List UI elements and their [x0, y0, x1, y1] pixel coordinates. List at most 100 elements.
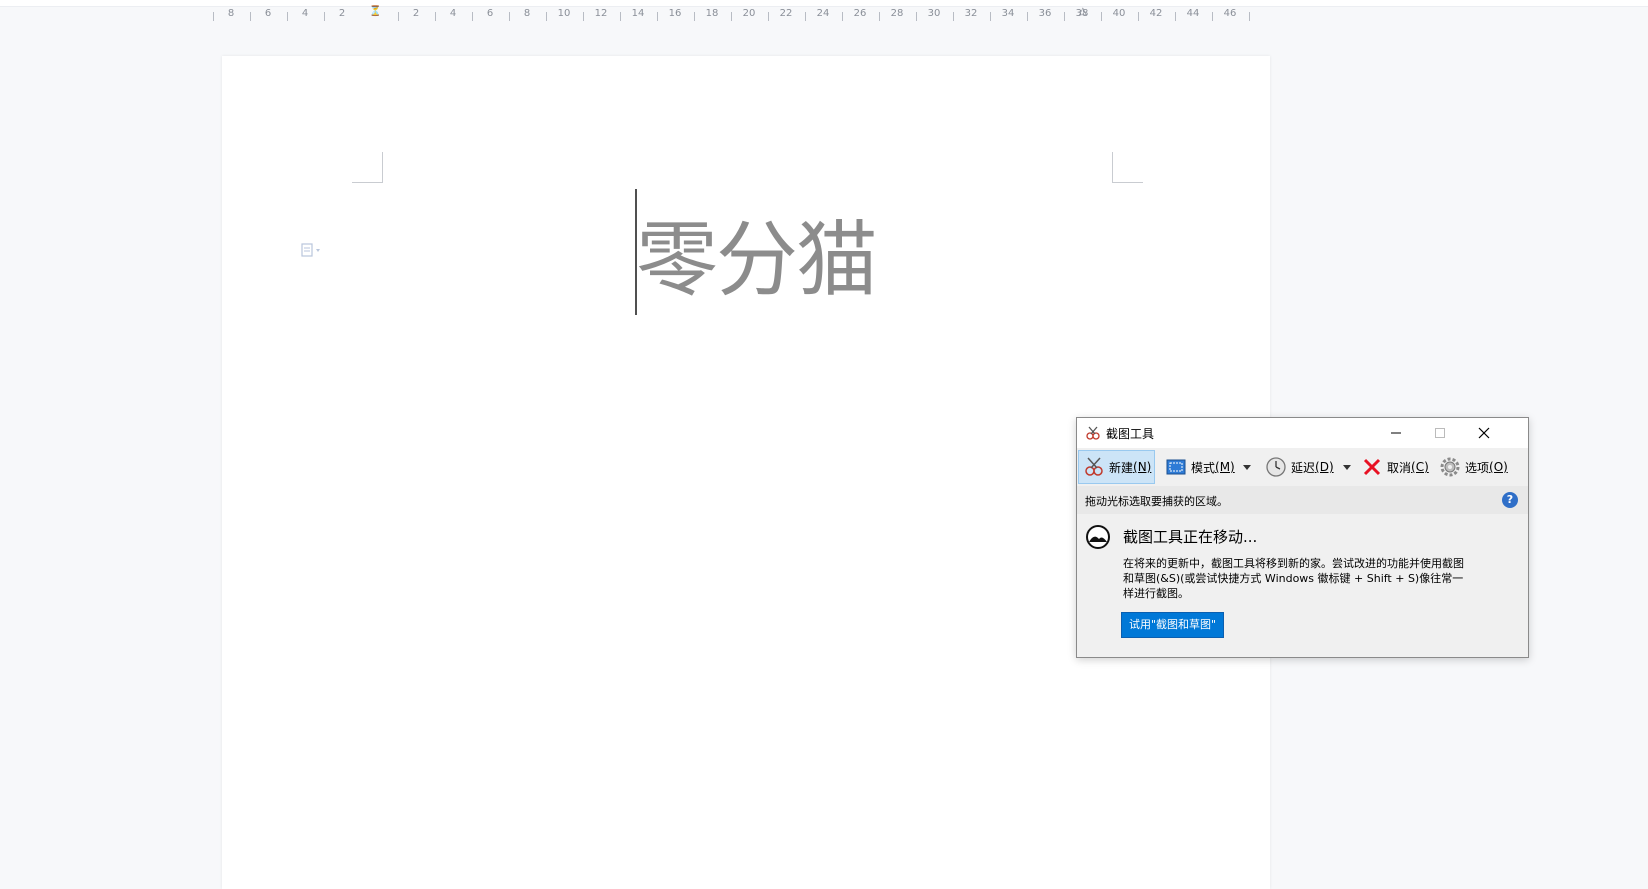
- ruler-number: 30: [927, 8, 941, 19]
- close-icon: [1478, 427, 1490, 439]
- toolbar: 新建 (N) 模式 (M) 延迟 (D) 取消 (C) 选项 (O): [1077, 448, 1528, 486]
- promo-heading: 截图工具正在移动...: [1123, 528, 1258, 546]
- ruler-tick: [1063, 12, 1065, 21]
- rectangle-snip-icon: [1166, 459, 1186, 475]
- ruler-tick: [952, 12, 954, 21]
- options-shortcut: (O): [1489, 460, 1508, 474]
- cancel-shortcut: (C): [1411, 460, 1429, 474]
- window-title: 截图工具: [1106, 427, 1155, 441]
- new-label: 新建: [1109, 460, 1134, 475]
- snipping-tool-window[interactable]: 截图工具 新建 (N) 模式 (M) 延迟 (D) 取消 (C) 选项 (O) …: [1076, 417, 1529, 658]
- ruler-number: 4: [449, 8, 457, 19]
- maximize-button[interactable]: [1418, 418, 1462, 448]
- minimize-button[interactable]: [1374, 418, 1418, 448]
- ruler-number: 8: [227, 8, 235, 19]
- red-x-icon: [1363, 458, 1381, 476]
- ruler-number: 20: [742, 8, 756, 19]
- ruler-tick: [249, 12, 251, 21]
- ruler-number: 36: [1038, 8, 1052, 19]
- mode-button[interactable]: 模式 (M): [1161, 450, 1235, 484]
- ruler-tick: [323, 12, 325, 21]
- ruler-number: 34: [1001, 8, 1015, 19]
- ruler-tick: [471, 12, 473, 21]
- scissors-icon: [1085, 457, 1103, 476]
- status-text: 拖动光标选取要捕获的区域。: [1085, 495, 1228, 508]
- ruler-number: 8: [523, 8, 531, 19]
- ruler-tick: [212, 12, 214, 21]
- document-text[interactable]: 零分猫: [636, 206, 878, 316]
- ruler-number: 2: [412, 8, 420, 19]
- ruler-number: 28: [890, 8, 904, 19]
- ruler-tick: [286, 12, 288, 21]
- ruler-tick: [730, 12, 732, 21]
- cancel-button[interactable]: 取消 (C): [1357, 450, 1429, 484]
- ruler-number: 40: [1112, 8, 1126, 19]
- clock-icon: [1266, 457, 1286, 477]
- ruler-tick: [878, 12, 880, 21]
- ruler-number: 6: [486, 8, 494, 19]
- paragraph-layout-icon[interactable]: [298, 243, 328, 257]
- ruler-tick: [693, 12, 695, 21]
- ruler-tick: [1026, 12, 1028, 21]
- ruler-number: 26: [853, 8, 867, 19]
- right-indent-marker[interactable]: △: [1079, 6, 1087, 17]
- delay-dropdown-arrow[interactable]: [1343, 465, 1351, 470]
- ruler-tick: [397, 12, 399, 21]
- help-icon[interactable]: ?: [1502, 492, 1518, 508]
- delay-shortcut: (D): [1315, 460, 1334, 474]
- ruler-tick: [841, 12, 843, 21]
- ruler-tick: [508, 12, 510, 21]
- ruler-tick: [582, 12, 584, 21]
- ruler-number: 42: [1149, 8, 1163, 19]
- ruler-tick: [619, 12, 621, 21]
- delay-label: 延迟: [1291, 460, 1316, 475]
- new-snip-button[interactable]: 新建 (N): [1078, 450, 1155, 484]
- title-bar[interactable]: 截图工具: [1077, 418, 1528, 448]
- options-button[interactable]: 选项 (O): [1435, 450, 1508, 484]
- status-bar: 拖动光标选取要捕获的区域。 ?: [1077, 486, 1528, 514]
- ruler-number: 4: [301, 8, 309, 19]
- close-button[interactable]: [1462, 418, 1506, 448]
- maximize-icon: [1435, 428, 1445, 438]
- ruler-tick: [1137, 12, 1139, 21]
- mode-shortcut: (M): [1215, 460, 1235, 474]
- ruler-number: 12: [594, 8, 608, 19]
- ruler-tick: [434, 12, 436, 21]
- scissors-icon: [1086, 426, 1100, 440]
- ruler-number: 10: [557, 8, 571, 19]
- ruler-tick: [1248, 12, 1250, 21]
- ruler-tick: [989, 12, 991, 21]
- ruler-tick: [804, 12, 806, 21]
- ruler-tick: [1100, 12, 1102, 21]
- ruler-number: 22: [779, 8, 793, 19]
- first-line-indent-marker[interactable]: ⏳: [369, 6, 381, 17]
- ruler-number: 44: [1186, 8, 1200, 19]
- ruler-number: 18: [705, 8, 719, 19]
- ruler-tick: [1211, 12, 1213, 21]
- ruler-number: 2: [338, 8, 346, 19]
- ruler-number: 14: [631, 8, 645, 19]
- horizontal-ruler[interactable]: 8 6 4 2 2 4 6 8 10 12 14 16 18 20 22 24 26 28 30 32 34 36 38 40…: [0, 0, 1648, 30]
- gear-icon: [1440, 457, 1460, 477]
- mode-label: 模式: [1191, 460, 1216, 475]
- delay-button[interactable]: 延迟 (D): [1261, 450, 1334, 484]
- new-shortcut: (N): [1133, 460, 1152, 474]
- cancel-label: 取消: [1387, 460, 1412, 475]
- ruler-tick: [545, 12, 547, 21]
- try-snip-sketch-button[interactable]: 试用"截图和草图": [1121, 612, 1225, 638]
- promo-panel: 截图工具正在移动... 在将来的更新中，截图工具将移到新的家。尝试改进的功能并使…: [1077, 514, 1528, 657]
- ruler-number: 16: [668, 8, 682, 19]
- ruler-number: 46: [1223, 8, 1237, 19]
- snip-and-sketch-icon: [1086, 525, 1110, 549]
- ruler-tick: [767, 12, 769, 21]
- ruler-number: 32: [964, 8, 978, 19]
- ruler-tick: [656, 12, 658, 21]
- ruler-number: 24: [816, 8, 830, 19]
- ruler-number: 6: [264, 8, 272, 19]
- mode-dropdown-arrow[interactable]: [1243, 465, 1251, 470]
- ruler-tick: [915, 12, 917, 21]
- options-label: 选项: [1465, 460, 1490, 475]
- promo-body: 在将来的更新中，截图工具将移到新的家。尝试改进的功能并使用截图和草图(&S)(或…: [1123, 557, 1464, 600]
- minimize-icon: [1391, 432, 1401, 434]
- ruler-top-border: [0, 0, 1648, 7]
